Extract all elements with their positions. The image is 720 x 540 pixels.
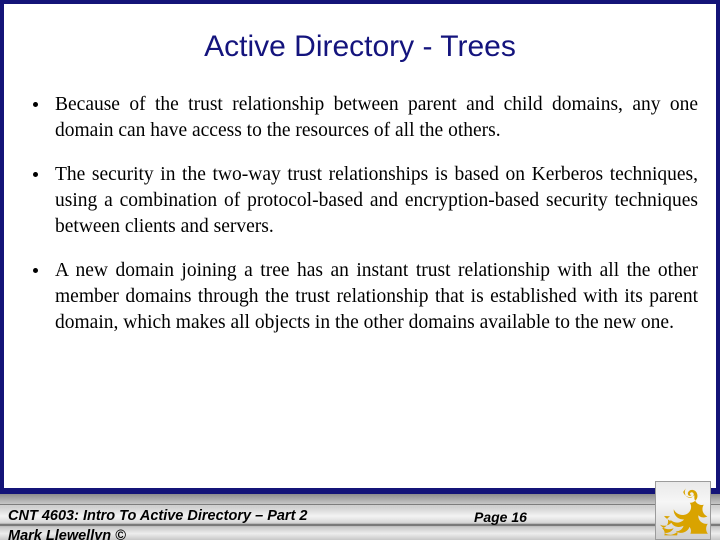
bullet-dot-icon: [33, 102, 38, 107]
bullet-text: Because of the trust relationship betwee…: [55, 94, 698, 141]
footer-divider-bottom: [0, 524, 720, 526]
slide: Active Directory - Trees Because of the …: [0, 0, 720, 540]
bullet-text: The security in the two-way trust relati…: [55, 164, 698, 237]
slide-border-left: [0, 0, 4, 494]
footer-course-title: CNT 4603: Intro To Active Directory – Pa…: [8, 508, 308, 524]
bullet-text: A new domain joining a tree has an insta…: [55, 260, 698, 333]
ucf-pegasus-logo: [655, 481, 711, 540]
slide-body: Because of the trust relationship betwee…: [22, 92, 698, 336]
bullet-dot-icon: [33, 268, 38, 273]
bullet-item: Because of the trust relationship betwee…: [22, 92, 698, 144]
bullet-dot-icon: [33, 172, 38, 177]
footer-divider-top: [0, 504, 720, 505]
bullet-item: The security in the two-way trust relati…: [22, 162, 698, 240]
slide-border-top: [0, 0, 720, 4]
slide-border-right: [716, 0, 720, 494]
bullet-item: A new domain joining a tree has an insta…: [22, 258, 698, 336]
footer-author: Mark Llewellyn ©: [8, 528, 126, 540]
footer-page-number: Page 16: [474, 509, 527, 525]
slide-title: Active Directory - Trees: [204, 30, 516, 63]
pegasus-icon: [660, 487, 708, 536]
